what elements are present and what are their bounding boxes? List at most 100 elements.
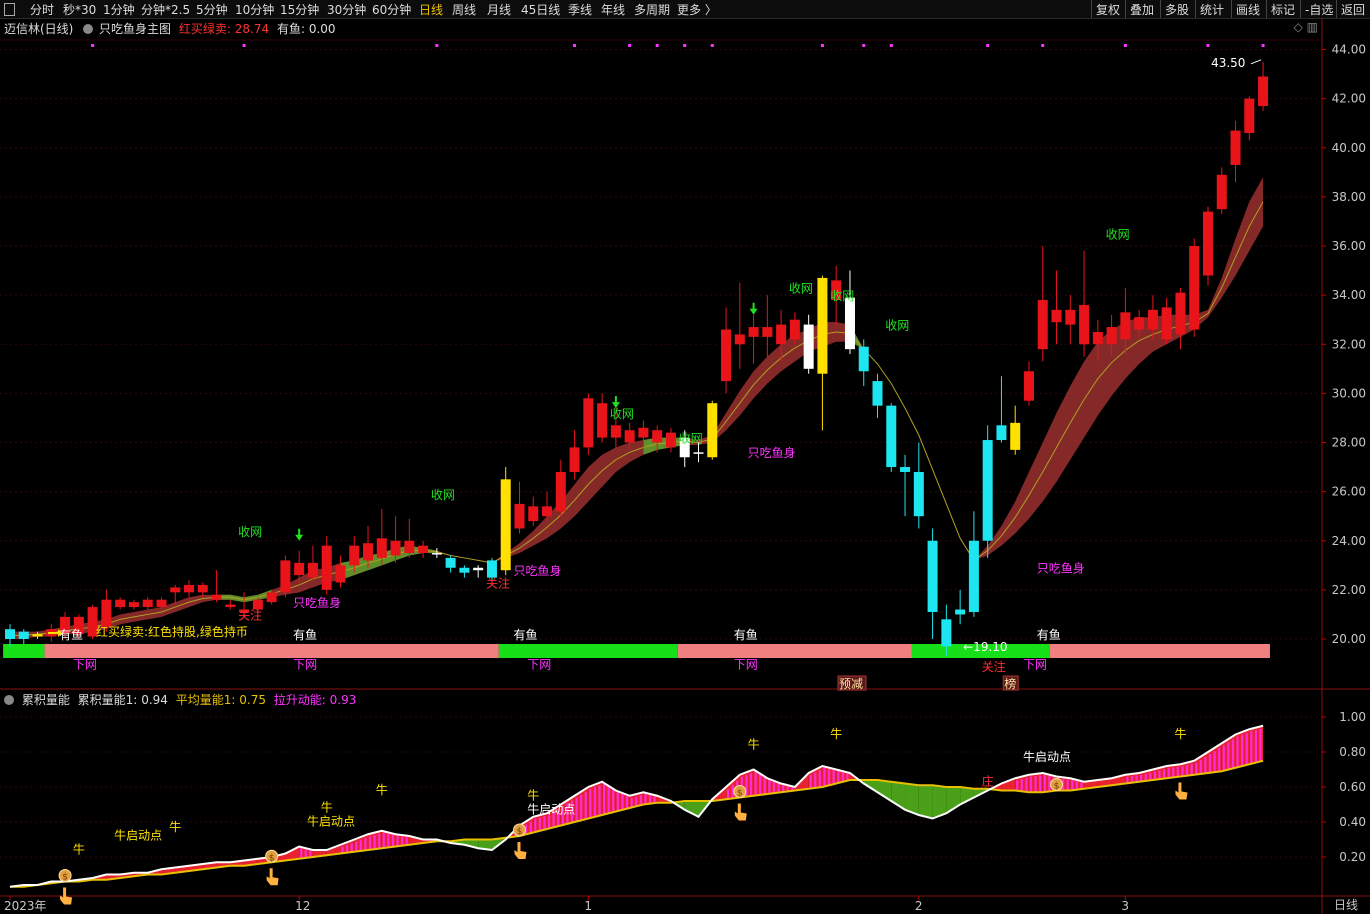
candle-body — [321, 545, 332, 590]
money-bag-symbol: $ — [269, 853, 275, 863]
time-label: 2023年 — [4, 899, 47, 913]
candle-body — [1023, 371, 1034, 401]
candle-body — [197, 584, 208, 593]
candle-body — [184, 584, 195, 593]
candle-body — [390, 540, 401, 556]
candle-body — [1065, 309, 1076, 325]
candle-body — [500, 479, 511, 571]
sub-tick-label: 0.80 — [1339, 745, 1366, 759]
signal-label: 收网 — [1106, 228, 1130, 242]
top-marker — [628, 44, 632, 47]
money-bag-symbol: $ — [737, 789, 743, 799]
tag-label: 榜 — [1004, 676, 1016, 691]
candle-body — [555, 471, 566, 512]
signal-band-green — [3, 644, 45, 658]
candle-body — [927, 540, 938, 612]
price-tick-label: 42.00 — [1332, 92, 1366, 106]
candle-body — [707, 403, 718, 458]
candle-body — [376, 538, 387, 558]
candle-body — [349, 545, 360, 566]
candlestick-chart[interactable]: 44.00 42.00 40.00 38.00 36.00 34.00 32.00 30.00… — [0, 0, 1370, 914]
candle-body — [431, 553, 442, 555]
sub-tick-label: 0.60 — [1339, 780, 1366, 794]
candle-body — [597, 403, 608, 438]
top-marker — [91, 44, 95, 47]
candle-body — [900, 467, 911, 472]
candle-body — [128, 602, 139, 608]
candle-body — [1258, 76, 1269, 106]
energy-fill — [684, 801, 699, 817]
candle-body — [115, 599, 126, 608]
candle-body — [404, 540, 415, 554]
candle-body — [1106, 327, 1117, 345]
signal-label: 关注 — [982, 659, 1006, 674]
sub-signal-label: 牛 — [376, 782, 388, 797]
candle-body — [1037, 300, 1048, 350]
candle-body — [721, 329, 732, 382]
top-marker — [986, 44, 990, 47]
candle-body — [569, 447, 580, 472]
candle-body — [473, 567, 484, 571]
candle-body — [514, 503, 525, 529]
sub-signal-label: 牛 — [321, 800, 333, 815]
candle-body — [789, 319, 800, 340]
signal-label: 收网 — [789, 282, 813, 296]
candle-body — [1079, 304, 1090, 345]
price-tick-label: 32.00 — [1332, 337, 1366, 351]
candle-body — [1161, 307, 1172, 340]
signal-label: 下网 — [73, 657, 97, 671]
candle-body — [5, 629, 15, 639]
price-tick-label: 38.00 — [1332, 190, 1366, 204]
top-marker — [889, 44, 893, 47]
candle-body — [156, 599, 167, 608]
top-marker — [862, 44, 866, 47]
candle-body — [624, 430, 635, 443]
candle-body — [734, 334, 745, 345]
candle-body — [1120, 312, 1131, 340]
signal-label: 收网 — [885, 319, 909, 333]
candle-body — [1244, 98, 1255, 134]
candle-body — [803, 324, 814, 369]
money-bag-symbol: $ — [62, 873, 68, 883]
candle-body — [459, 567, 470, 573]
top-marker — [435, 44, 439, 47]
price-tick-label: 20.00 — [1332, 632, 1366, 646]
signal-label: 下网 — [527, 657, 551, 671]
price-tick-label: 30.00 — [1332, 386, 1366, 400]
top-marker — [1123, 44, 1127, 47]
candle-body — [280, 560, 291, 593]
candle-body — [844, 297, 855, 350]
price-tick-label: 36.00 — [1332, 239, 1366, 253]
top-marker — [655, 44, 659, 47]
price-tick-label: 44.00 — [1332, 43, 1366, 57]
time-label: 2 — [915, 899, 923, 913]
money-bag-symbol: $ — [1054, 782, 1060, 792]
candle-body — [982, 440, 993, 541]
sub-signal-label: 牛启动点 — [114, 828, 162, 843]
candle-body — [1230, 130, 1241, 165]
low-price-label: ←19.10 — [963, 640, 1007, 654]
candle-body — [211, 594, 222, 600]
pointing-hand-icon — [734, 803, 747, 821]
candle-body — [886, 405, 897, 468]
candle-body — [1010, 422, 1021, 450]
top-marker — [710, 44, 714, 47]
sub-signal-label: 牛 — [73, 842, 85, 857]
candle-body — [1147, 309, 1158, 330]
price-tick-label: 40.00 — [1332, 141, 1366, 155]
candle-body — [32, 634, 43, 637]
candle-body — [776, 324, 787, 345]
candle-body — [1092, 331, 1103, 345]
candle-body — [872, 381, 883, 406]
sub-tick-label: 0.20 — [1339, 850, 1366, 864]
candle-body — [307, 562, 318, 578]
candle-body — [1216, 174, 1227, 210]
candle-body — [996, 425, 1007, 441]
sub-signal-label: 牛启动点 — [307, 814, 355, 829]
time-label: 1 — [584, 899, 592, 913]
candle-body — [665, 432, 676, 448]
candle-body — [18, 631, 29, 639]
pointing-hand-icon — [1175, 782, 1188, 800]
signal-label: 收网 — [238, 525, 262, 539]
signal-label: 只吃鱼身 — [748, 445, 796, 460]
